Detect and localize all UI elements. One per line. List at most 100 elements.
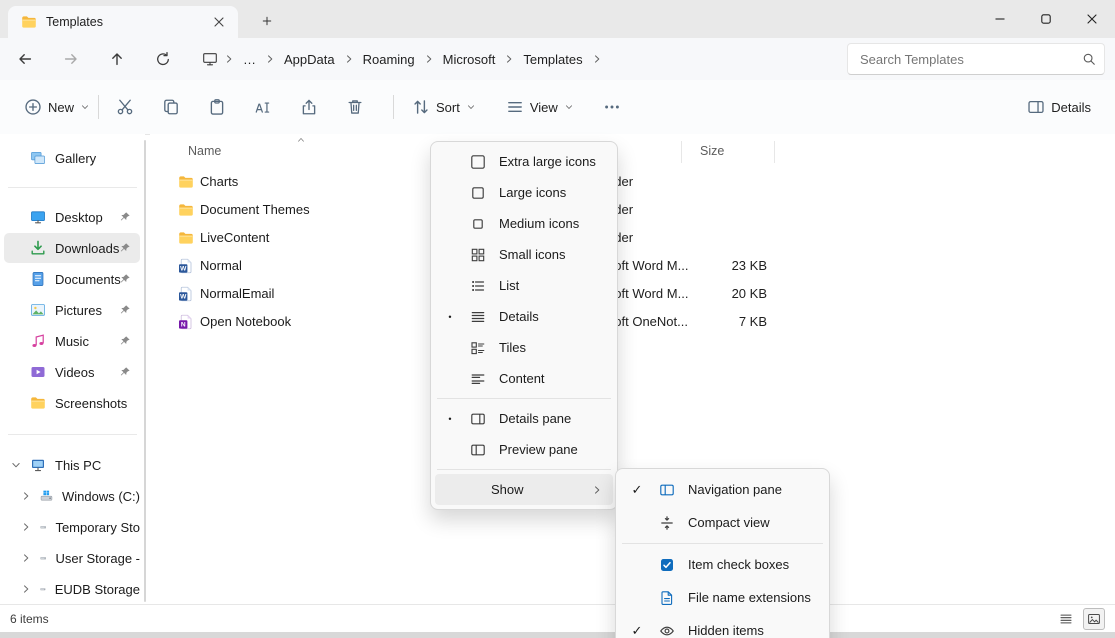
column-header-name[interactable]: Name: [188, 144, 221, 158]
menu-item-details-pane[interactable]: • Details pane: [435, 403, 613, 434]
chevron-right-icon[interactable]: [20, 552, 32, 564]
sidebar-item-downloads[interactable]: Downloads: [4, 233, 140, 263]
file-row[interactable]: NormalEmail Microsoft Word M... 20 KB: [150, 280, 1115, 308]
toolbar-separator: [393, 95, 395, 119]
column-divider[interactable]: [681, 141, 682, 163]
details-view-toggle[interactable]: [1055, 608, 1077, 630]
menu-item-medium-icons[interactable]: Medium icons: [435, 208, 613, 239]
maximize-button[interactable]: [1023, 0, 1069, 38]
navigation-pane-icon: [654, 482, 680, 498]
sidebar-item-desktop[interactable]: Desktop: [4, 202, 140, 232]
menu-item-large-icons[interactable]: Large icons: [435, 177, 613, 208]
chevron-right-icon: [591, 53, 603, 65]
arrow-right-icon: [63, 51, 79, 67]
share-icon: [300, 98, 318, 116]
folder-icon: [178, 202, 194, 218]
sidebar-item-label: Videos: [55, 364, 95, 380]
sort-button-label: Sort: [436, 99, 460, 115]
thumbnails-view-toggle[interactable]: [1083, 607, 1105, 630]
menu-item-small-icons[interactable]: Small icons: [435, 239, 613, 270]
checkmark-icon: ✓: [631, 481, 643, 497]
submenu-item-navigation-pane[interactable]: ✓ Navigation pane: [620, 473, 825, 506]
menu-item-preview-pane[interactable]: Preview pane: [435, 434, 613, 465]
file-extensions-icon: [654, 590, 680, 606]
column-header-size[interactable]: Size: [700, 144, 724, 158]
selected-bullet: •: [448, 413, 452, 424]
sidebar-item-eudb-storage[interactable]: EUDB Storage: [4, 574, 140, 604]
new-tab-button[interactable]: [254, 8, 280, 34]
sidebar-item-pictures[interactable]: Pictures: [4, 295, 140, 325]
submenu-item-hidden-items[interactable]: ✓ Hidden items: [620, 614, 825, 638]
breadcrumb-roaming[interactable]: Roaming: [356, 47, 422, 72]
refresh-button[interactable]: [146, 42, 180, 76]
minimize-button[interactable]: [977, 0, 1023, 38]
copy-button[interactable]: [153, 89, 189, 125]
column-divider[interactable]: [774, 141, 775, 163]
close-button[interactable]: [1069, 0, 1115, 38]
menu-item-extra-large-icons[interactable]: Extra large icons: [435, 146, 613, 177]
sidebar-item-documents[interactable]: Documents: [4, 264, 140, 294]
view-button[interactable]: View: [498, 89, 582, 125]
details-pane-label: Details: [1051, 99, 1091, 115]
breadcrumb-appdata[interactable]: AppData: [277, 47, 342, 72]
chevron-down-icon: [564, 102, 574, 112]
paste-button[interactable]: [199, 89, 235, 125]
rename-icon: [254, 98, 272, 116]
menu-item-show[interactable]: Show: [435, 474, 613, 505]
tab-templates[interactable]: Templates: [8, 6, 238, 38]
address-bar[interactable]: … AppData Roaming Microsoft Templates: [194, 43, 835, 75]
cut-icon: [116, 98, 134, 116]
sidebar-item-this-pc[interactable]: This PC: [4, 450, 140, 480]
search-input[interactable]: [860, 51, 1082, 67]
chevron-right-icon[interactable]: [20, 583, 32, 595]
sidebar-item-label: Desktop: [55, 209, 103, 225]
chevron-down-icon[interactable]: [10, 459, 22, 471]
delete-button[interactable]: [337, 89, 373, 125]
sidebar-item-temporary-storage[interactable]: Temporary Sto: [4, 512, 140, 542]
view-menu: Extra large icons Large icons Medium ico…: [430, 141, 618, 510]
desktop-pc-icon: [194, 51, 222, 67]
sidebar-scrollbar[interactable]: [144, 140, 146, 602]
file-row[interactable]: Document Themes File folder: [150, 196, 1115, 224]
sidebar-item-label: Documents: [55, 271, 121, 287]
breadcrumb-templates[interactable]: Templates: [516, 47, 589, 72]
sort-button[interactable]: Sort: [404, 89, 484, 125]
close-tab-icon[interactable]: [208, 11, 230, 33]
menu-item-tiles[interactable]: Tiles: [435, 332, 613, 363]
sidebar-item-user-storage[interactable]: User Storage -: [4, 543, 140, 573]
up-button[interactable]: [100, 42, 134, 76]
cut-button[interactable]: [107, 89, 143, 125]
more-options-button[interactable]: [594, 89, 630, 125]
submenu-item-item-check-boxes[interactable]: Item check boxes: [620, 548, 825, 581]
file-row[interactable]: LiveContent File folder: [150, 224, 1115, 252]
sidebar-item-videos[interactable]: Videos: [4, 357, 140, 387]
chevron-right-icon[interactable]: [20, 521, 32, 533]
details-pane-button[interactable]: Details: [1019, 89, 1099, 125]
breadcrumb-overflow[interactable]: …: [236, 47, 263, 72]
file-row[interactable]: Charts File folder: [150, 168, 1115, 196]
menu-item-content[interactable]: Content: [435, 363, 613, 394]
sidebar-item-label: EUDB Storage: [54, 581, 140, 597]
music-icon: [30, 333, 46, 349]
sidebar-item-music[interactable]: Music: [4, 326, 140, 356]
rename-button[interactable]: [245, 89, 281, 125]
share-button[interactable]: [291, 89, 327, 125]
sidebar-item-windows-c[interactable]: Windows (C:): [4, 481, 140, 511]
chevron-right-icon[interactable]: [20, 490, 32, 502]
submenu-item-file-name-extensions[interactable]: File name extensions: [620, 581, 825, 614]
new-button[interactable]: New: [16, 89, 98, 125]
file-row[interactable]: Open Notebook Microsoft OneNot... 7 KB: [150, 308, 1115, 336]
hidden-items-icon: [654, 623, 680, 638]
sidebar-item-screenshots[interactable]: Screenshots: [4, 388, 140, 418]
forward-button[interactable]: [54, 42, 88, 76]
menu-item-list[interactable]: List: [435, 270, 613, 301]
submenu-item-compact-view[interactable]: Compact view: [620, 506, 825, 539]
menu-item-details[interactable]: • Details: [435, 301, 613, 332]
back-button[interactable]: [8, 42, 42, 76]
breadcrumb-microsoft[interactable]: Microsoft: [436, 47, 503, 72]
ellipsis-icon: [603, 98, 621, 116]
sidebar-item-gallery[interactable]: Gallery: [4, 143, 140, 173]
search-box[interactable]: [847, 43, 1105, 75]
computer-icon: [30, 457, 46, 473]
file-row[interactable]: Normal Microsoft Word M... 23 KB: [150, 252, 1115, 280]
